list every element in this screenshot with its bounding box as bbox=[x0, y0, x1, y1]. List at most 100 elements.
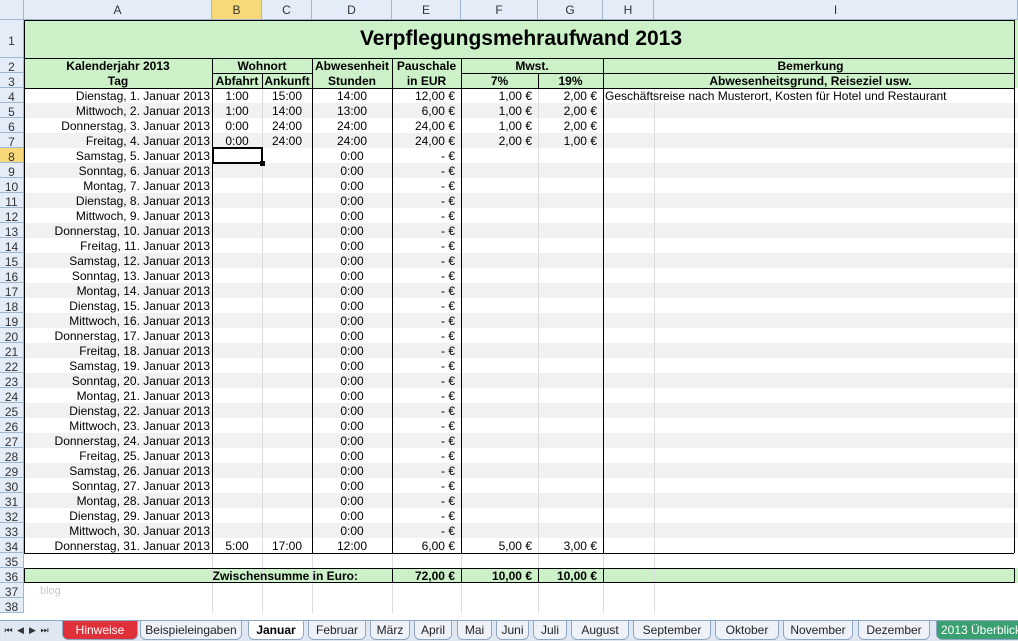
bemerkung-cell[interactable] bbox=[603, 118, 1018, 133]
ankunft-cell[interactable] bbox=[262, 493, 312, 508]
day-cell[interactable]: Montag, 7. Januar 2013 bbox=[24, 178, 212, 193]
row-header-11[interactable]: 11 bbox=[0, 193, 24, 209]
abfahrt-cell[interactable] bbox=[212, 343, 262, 358]
row-header-12[interactable]: 12 bbox=[0, 208, 24, 224]
pauschale-cell[interactable]: - € bbox=[392, 448, 461, 463]
row-header-8[interactable]: 8 bbox=[0, 148, 24, 164]
mwst-7-cell[interactable] bbox=[461, 268, 538, 283]
mwst-19-cell[interactable] bbox=[538, 313, 603, 328]
mwst-19-cell[interactable] bbox=[538, 148, 603, 163]
row-header-26[interactable]: 26 bbox=[0, 418, 24, 434]
row-header-1[interactable]: 1 bbox=[0, 20, 24, 58]
bemerkung-cell[interactable] bbox=[603, 448, 1018, 463]
abfahrt-cell[interactable] bbox=[212, 283, 262, 298]
bemerkung-cell[interactable] bbox=[603, 463, 1018, 478]
bemerkung-cell[interactable] bbox=[603, 313, 1018, 328]
day-cell[interactable]: Mittwoch, 30. Januar 2013 bbox=[24, 523, 212, 538]
ankunft-cell[interactable] bbox=[262, 433, 312, 448]
row-header-13[interactable]: 13 bbox=[0, 223, 24, 239]
bemerkung-cell[interactable] bbox=[603, 343, 1018, 358]
stunden-cell[interactable]: 0:00 bbox=[312, 313, 392, 328]
ankunft-cell[interactable]: 15:00 bbox=[262, 88, 312, 103]
column-header-a[interactable]: A bbox=[24, 0, 212, 20]
mwst-7-cell[interactable]: 5,00 € bbox=[461, 538, 538, 553]
abfahrt-cell[interactable] bbox=[212, 358, 262, 373]
abfahrt-cell[interactable]: 1:00 bbox=[212, 88, 262, 103]
mwst-19-cell[interactable] bbox=[538, 178, 603, 193]
mwst-19-cell[interactable] bbox=[538, 238, 603, 253]
bemerkung-cell[interactable] bbox=[603, 538, 1018, 553]
bemerkung-cell[interactable] bbox=[603, 373, 1018, 388]
pauschale-cell[interactable]: - € bbox=[392, 388, 461, 403]
row-header-6[interactable]: 6 bbox=[0, 118, 24, 134]
ankunft-cell[interactable]: 24:00 bbox=[262, 133, 312, 148]
ankunft-cell[interactable] bbox=[262, 178, 312, 193]
day-cell[interactable]: Dienstag, 8. Januar 2013 bbox=[24, 193, 212, 208]
bemerkung-cell[interactable] bbox=[603, 268, 1018, 283]
stunden-cell[interactable]: 0:00 bbox=[312, 493, 392, 508]
row-header-28[interactable]: 28 bbox=[0, 448, 24, 464]
ankunft-cell[interactable] bbox=[262, 238, 312, 253]
stunden-cell[interactable]: 0:00 bbox=[312, 523, 392, 538]
bemerkung-cell[interactable] bbox=[603, 358, 1018, 373]
abfahrt-cell[interactable] bbox=[212, 268, 262, 283]
pauschale-cell[interactable]: 12,00 € bbox=[392, 88, 461, 103]
column-header-c[interactable]: C bbox=[262, 0, 312, 20]
ankunft-cell[interactable] bbox=[262, 358, 312, 373]
bemerkung-cell[interactable] bbox=[603, 193, 1018, 208]
mwst-7-cell[interactable] bbox=[461, 223, 538, 238]
header-stunden[interactable]: Stunden bbox=[312, 73, 392, 88]
mwst-19-cell[interactable]: 2,00 € bbox=[538, 88, 603, 103]
stunden-cell[interactable]: 0:00 bbox=[312, 448, 392, 463]
stunden-cell[interactable]: 0:00 bbox=[312, 328, 392, 343]
mwst-7-cell[interactable] bbox=[461, 493, 538, 508]
bemerkung-cell[interactable]: Geschäftsreise nach Musterort, Kosten fü… bbox=[603, 88, 1018, 103]
bemerkung-cell[interactable] bbox=[603, 433, 1018, 448]
bemerkung-cell[interactable] bbox=[603, 163, 1018, 178]
abfahrt-cell[interactable] bbox=[212, 193, 262, 208]
abfahrt-cell[interactable] bbox=[212, 178, 262, 193]
day-cell[interactable]: Freitag, 18. Januar 2013 bbox=[24, 343, 212, 358]
header-wohnort[interactable]: Wohnort bbox=[212, 58, 312, 73]
mwst-19-cell[interactable]: 2,00 € bbox=[538, 118, 603, 133]
abfahrt-cell[interactable] bbox=[212, 298, 262, 313]
ankunft-cell[interactable] bbox=[262, 478, 312, 493]
sheet-tab-mai[interactable]: Mai bbox=[457, 621, 492, 640]
mwst-7-cell[interactable] bbox=[461, 388, 538, 403]
mwst-7-cell[interactable] bbox=[461, 313, 538, 328]
stunden-cell[interactable]: 0:00 bbox=[312, 343, 392, 358]
mwst-7-cell[interactable] bbox=[461, 208, 538, 223]
pauschale-cell[interactable]: - € bbox=[392, 373, 461, 388]
row-header-2[interactable]: 2 bbox=[0, 58, 24, 74]
sheet-tab-januar[interactable]: Januar bbox=[248, 621, 304, 640]
mwst-7-cell[interactable] bbox=[461, 373, 538, 388]
ankunft-cell[interactable] bbox=[262, 373, 312, 388]
row-header-31[interactable]: 31 bbox=[0, 493, 24, 509]
abfahrt-cell[interactable]: 5:00 bbox=[212, 538, 262, 553]
pauschale-cell[interactable]: - € bbox=[392, 223, 461, 238]
row-header-27[interactable]: 27 bbox=[0, 433, 24, 449]
abfahrt-cell[interactable] bbox=[212, 238, 262, 253]
stunden-cell[interactable]: 14:00 bbox=[312, 88, 392, 103]
bemerkung-cell[interactable] bbox=[603, 283, 1018, 298]
mwst-7-cell[interactable]: 1,00 € bbox=[461, 118, 538, 133]
day-cell[interactable]: Sonntag, 6. Januar 2013 bbox=[24, 163, 212, 178]
pauschale-cell[interactable]: - € bbox=[392, 283, 461, 298]
pauschale-cell[interactable]: - € bbox=[392, 463, 461, 478]
mwst-7-cell[interactable] bbox=[461, 358, 538, 373]
ankunft-cell[interactable] bbox=[262, 268, 312, 283]
header-19-percent[interactable]: 19% bbox=[538, 73, 603, 88]
stunden-cell[interactable]: 12:00 bbox=[312, 538, 392, 553]
header-tag[interactable]: Tag bbox=[24, 73, 212, 88]
bemerkung-cell[interactable] bbox=[603, 133, 1018, 148]
stunden-cell[interactable]: 0:00 bbox=[312, 253, 392, 268]
mwst-19-cell[interactable] bbox=[538, 508, 603, 523]
sheet-tab-oktober[interactable]: Oktober bbox=[715, 621, 779, 640]
pauschale-cell[interactable]: - € bbox=[392, 148, 461, 163]
mwst-19-cell[interactable] bbox=[538, 478, 603, 493]
pauschale-cell[interactable]: - € bbox=[392, 478, 461, 493]
pauschale-cell[interactable]: - € bbox=[392, 493, 461, 508]
mwst-19-cell[interactable]: 2,00 € bbox=[538, 103, 603, 118]
pauschale-cell[interactable]: - € bbox=[392, 238, 461, 253]
mwst-19-cell[interactable]: 3,00 € bbox=[538, 538, 603, 553]
